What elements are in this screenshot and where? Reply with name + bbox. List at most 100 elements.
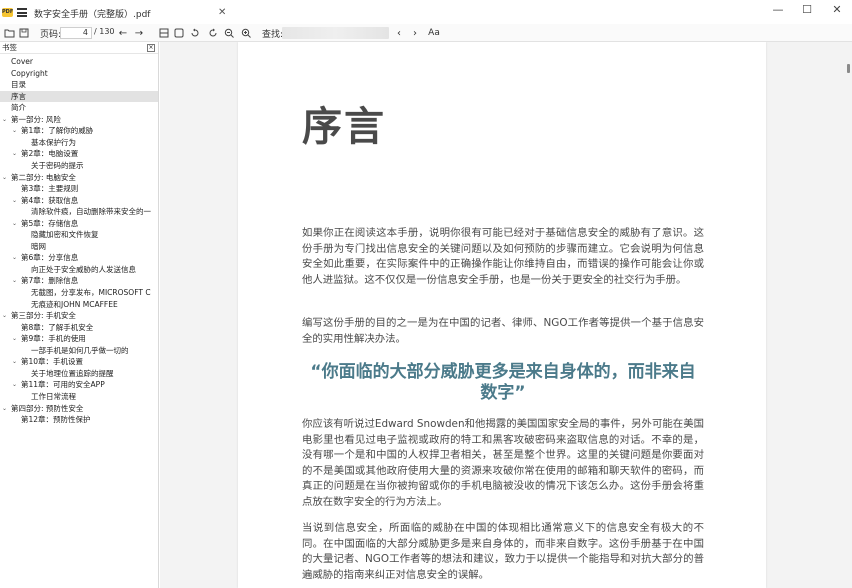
fit-page-button[interactable] — [173, 26, 185, 40]
bookmark-label: 关于密码的提示 — [31, 160, 84, 170]
tab-close-icon[interactable]: ✕ — [218, 8, 226, 18]
chevron-down-icon[interactable]: ⌄ — [2, 403, 7, 414]
bookmark-item[interactable]: ⌄ 第5章：存储信息 — [0, 218, 158, 229]
bookmark-item[interactable]: 无截图，分享发布，MICROSOFT C — [0, 287, 158, 298]
save-button[interactable] — [18, 26, 30, 40]
bookmark-label: 第10章：手机设置 — [21, 357, 84, 367]
chevron-down-icon[interactable]: ⌄ — [12, 356, 17, 367]
document-viewport[interactable]: 序言 如果你正在阅读这本手册，说明你很有可能已经对于基础信息安全的威胁有了意识。… — [160, 42, 845, 588]
open-file-button[interactable] — [3, 26, 15, 40]
bookmark-label: 向正处于安全威胁的人发送信息 — [31, 264, 136, 274]
bookmark-item[interactable]: 第12章：预防性保护 — [0, 414, 158, 425]
bookmark-item[interactable]: ⌄ 第6章：分享信息 — [0, 252, 158, 263]
match-case-label: Aa — [428, 28, 440, 38]
bookmark-label: 第11章：可用的安全APP — [21, 380, 105, 390]
bookmark-item[interactable]: ⌄ 第9章：手机的使用 — [0, 333, 158, 344]
bookmark-item[interactable]: 第3章：主要规则 — [0, 183, 158, 194]
bookmark-item[interactable]: ⌄ 第7章：删除信息 — [0, 275, 158, 286]
bookmark-item[interactable]: 第8章：了解手机安全 — [0, 322, 158, 333]
bookmark-item[interactable]: 暗网 — [0, 241, 158, 252]
bookmark-label: 序言 — [11, 91, 26, 101]
bookmark-label: 第6章：分享信息 — [21, 253, 79, 263]
page-number-input[interactable]: 4 — [60, 27, 92, 39]
bookmark-item[interactable]: ⌄ 第10章：手机设置 — [0, 356, 158, 367]
match-case-toggle[interactable]: Aa — [427, 26, 441, 40]
minimize-button[interactable]: — — [771, 3, 785, 17]
rotate-right-icon — [209, 28, 217, 37]
chevron-down-icon[interactable]: ⌄ — [2, 310, 7, 321]
zoom-in-icon — [241, 28, 251, 38]
bookmark-item[interactable]: ⌄ 第三部分: 手机安全 — [0, 310, 158, 321]
bookmark-item[interactable]: 工作日常流程 — [0, 391, 158, 402]
chevron-down-icon[interactable]: ⌄ — [2, 172, 7, 183]
bookmark-item[interactable]: 基本保护行为 — [0, 137, 158, 148]
bookmark-item[interactable]: ⌄ 第一部分: 风险 — [0, 114, 158, 125]
bookmark-item[interactable]: 关于地理位置追踪的提醒 — [0, 368, 158, 379]
maximize-button[interactable]: ☐ — [800, 3, 814, 17]
bookmark-label: 无痕迹和JOHN MCAFFEE — [31, 299, 118, 309]
bookmark-label: 第二部分: 电脑安全 — [11, 172, 76, 182]
bookmark-label: 第9章：手机的使用 — [21, 334, 86, 344]
find-next-button[interactable]: › — [410, 26, 420, 40]
bookmark-item[interactable]: 隐藏加密和文件恢复 — [0, 229, 158, 240]
bookmark-item[interactable]: ⌄ 第11章：可用的安全APP — [0, 379, 158, 390]
bookmark-item[interactable]: 无痕迹和JOHN MCAFFEE — [0, 299, 158, 310]
bookmark-item[interactable]: ⌄ 第1章：了解你的威胁 — [0, 125, 158, 136]
rotate-right-button[interactable] — [207, 26, 219, 40]
chevron-down-icon[interactable]: ⌄ — [12, 333, 17, 344]
bookmark-item[interactable]: 一部手机是如何几乎做一切的 — [0, 345, 158, 356]
bookmark-item[interactable]: 清除软件痕，自动删除带来安全的一 — [0, 206, 158, 217]
page-heading: 序言 — [302, 104, 386, 150]
zoom-in-button[interactable] — [240, 26, 252, 40]
bookmark-label: 工作日常流程 — [31, 391, 76, 401]
bookmark-label: 基本保护行为 — [31, 137, 76, 147]
close-window-button[interactable]: ✕ — [830, 3, 844, 17]
chevron-down-icon[interactable]: ⌄ — [12, 252, 17, 263]
bookmark-label: 第4章：获取信息 — [21, 195, 79, 205]
bookmark-item[interactable]: 简介 — [0, 102, 158, 113]
prev-page-button[interactable]: ← — [117, 26, 129, 40]
bookmark-label: 第8章：了解手机安全 — [21, 322, 94, 332]
page-total: / 130 — [94, 27, 115, 36]
bookmark-label: 第12章：预防性保护 — [21, 415, 91, 425]
bookmark-item[interactable]: 向正处于安全威胁的人发送信息 — [0, 264, 158, 275]
chevron-down-icon[interactable]: ⌄ — [12, 148, 17, 159]
scrollbar-thumb[interactable] — [847, 64, 850, 73]
bookmark-label: 第一部分: 风险 — [11, 114, 61, 124]
fit-width-button[interactable] — [158, 26, 170, 40]
chevron-down-icon[interactable]: ⌄ — [12, 125, 17, 136]
search-input[interactable] — [282, 27, 389, 39]
document-title: 数字安全手册（完整版）.pdf — [34, 9, 151, 20]
bookmark-label: 隐藏加密和文件恢复 — [31, 230, 99, 240]
chevron-down-icon[interactable]: ⌄ — [12, 195, 17, 206]
chevron-down-icon[interactable]: ⌄ — [12, 218, 17, 229]
bookmark-item[interactable]: Cover — [0, 56, 158, 67]
bookmark-item[interactable]: ⌄ 第四部分: 预防性安全 — [0, 403, 158, 414]
zoom-out-button[interactable] — [223, 26, 235, 40]
folder-icon — [4, 29, 14, 38]
bookmark-item[interactable]: 关于密码的提示 — [0, 160, 158, 171]
vertical-scrollbar[interactable] — [845, 42, 852, 588]
find-prev-button[interactable]: ‹ — [394, 26, 404, 40]
sidebar-title: 书签 — [2, 43, 17, 52]
pdf-page: 序言 如果你正在阅读这本手册，说明你很有可能已经对于基础信息安全的威胁有了意识。… — [238, 42, 766, 588]
bookmark-label: 第5章：存储信息 — [21, 218, 79, 228]
page-label: 页码: — [40, 30, 62, 40]
chevron-down-icon[interactable]: ⌄ — [12, 379, 17, 390]
bookmark-item[interactable]: ⌄ 第二部分: 电脑安全 — [0, 172, 158, 183]
bookmark-label: 简介 — [11, 103, 26, 113]
bookmark-item[interactable]: 目录 — [0, 79, 158, 90]
paragraph-4: 当说到信息安全，所面临的威胁在中国的体现相比通常意义下的信息安全有极大的不同。在… — [302, 522, 704, 581]
bookmark-item[interactable]: 序言 — [0, 90, 158, 102]
bookmark-item[interactable]: ⌄ 第2章：电脑设置 — [0, 148, 158, 159]
sidebar-close-icon[interactable]: × — [147, 44, 155, 52]
document-tab[interactable]: 数字安全手册（完整版）.pdf — [26, 2, 236, 24]
bookmark-item[interactable]: ⌄ 第4章：获取信息 — [0, 195, 158, 206]
bookmark-item[interactable]: Copyright — [0, 68, 158, 79]
fit-page-icon — [174, 28, 184, 38]
next-page-button[interactable]: → — [133, 26, 145, 40]
chevron-down-icon[interactable]: ⌄ — [2, 114, 7, 125]
rotate-left-button[interactable] — [189, 26, 201, 40]
chevron-right-icon: › — [413, 27, 417, 39]
chevron-down-icon[interactable]: ⌄ — [12, 275, 17, 286]
